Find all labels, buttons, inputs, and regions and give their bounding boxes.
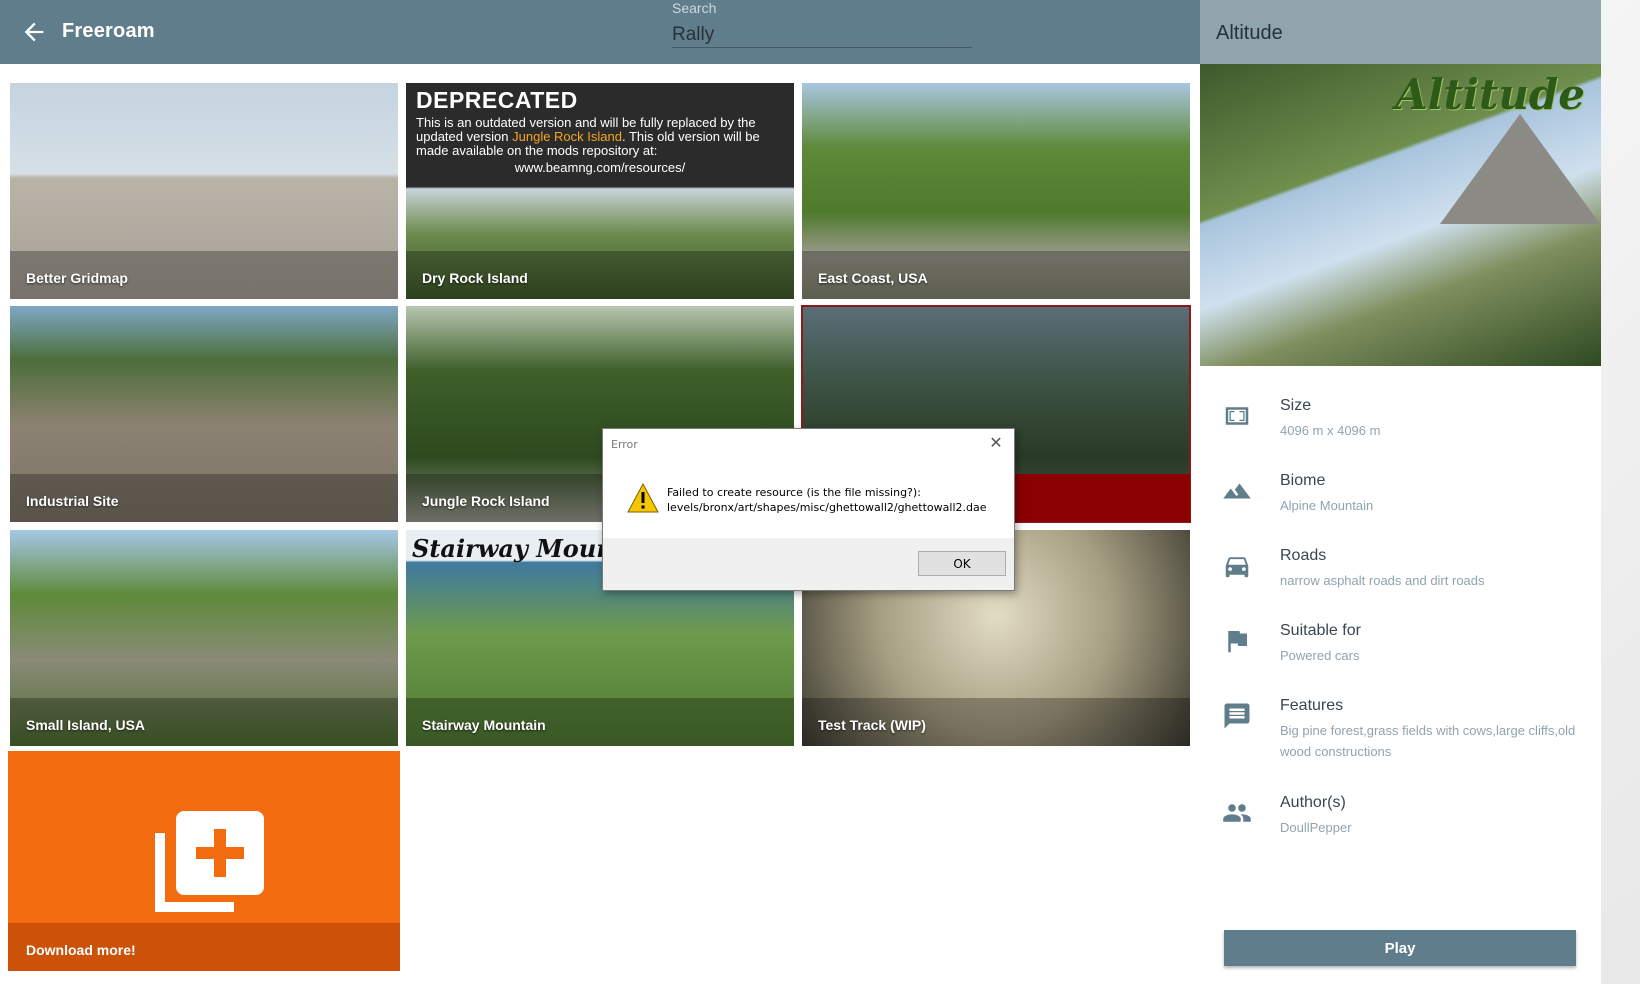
download-label: Download more!: [26, 942, 136, 958]
tile-label: Dry Rock Island: [422, 270, 528, 286]
info-value: Powered cars: [1280, 648, 1360, 663]
arrow-left-icon[interactable]: [20, 18, 48, 46]
map-tile-dry-rock-island[interactable]: DEPRECATED This is an outdated version a…: [406, 83, 794, 299]
info-label: Features: [1280, 697, 1344, 714]
map-preview-image: Altitude: [1200, 64, 1601, 366]
tile-label: Test Track (WIP): [818, 717, 926, 733]
library-add-icon: [155, 811, 264, 912]
deprecated-banner: DEPRECATED This is an outdated version a…: [406, 83, 794, 187]
search-label: Search: [672, 0, 717, 16]
ok-button[interactable]: OK: [918, 551, 1006, 576]
dialog-message-line1: Failed to create resource (is the file m…: [667, 486, 921, 499]
tile-label: Better Gridmap: [26, 270, 128, 286]
info-value: DoullPepper: [1280, 820, 1352, 835]
download-more-tile[interactable]: Download more!: [8, 751, 400, 971]
dialog-title: Error: [611, 438, 638, 451]
tile-label: East Coast, USA: [818, 270, 928, 286]
map-tile-better-gridmap[interactable]: Better Gridmap: [10, 83, 398, 299]
tile-label: Jungle Rock Island: [422, 493, 550, 509]
car-icon: [1225, 557, 1249, 578]
details-title: Altitude: [1216, 22, 1283, 44]
dialog-body: Failed to create resource (is the file m…: [603, 461, 1014, 539]
dialog-footer: OK: [603, 538, 1014, 590]
info-value: 4096 m x 4096 m: [1280, 423, 1381, 438]
page-title: Freeroam: [62, 20, 155, 42]
top-bar: Freeroam Search: [0, 0, 1200, 64]
terrain-icon: [1223, 483, 1251, 499]
search-field: Search: [672, 0, 972, 50]
map-tile-east-coast-usa[interactable]: East Coast, USA: [802, 83, 1190, 299]
play-button[interactable]: Play: [1224, 930, 1576, 966]
flag-icon: [1228, 631, 1247, 653]
map-tile-small-island-usa[interactable]: Small Island, USA: [10, 530, 398, 746]
dialog-message-line2: levels/bronx/art/shapes/misc/ghettowall2…: [667, 501, 987, 514]
background-edge: [1601, 0, 1640, 984]
info-value: narrow asphalt roads and dirt roads: [1280, 573, 1485, 588]
map-tile-industrial-site[interactable]: Industrial Site: [10, 306, 398, 522]
tile-label: Small Island, USA: [26, 717, 146, 733]
info-label: Author(s): [1280, 794, 1346, 811]
info-label: Suitable for: [1280, 622, 1361, 639]
info-label: Biome: [1280, 472, 1326, 489]
info-label: Roads: [1280, 547, 1327, 564]
close-icon[interactable]: ✕: [984, 433, 1008, 453]
preview-logo: Altitude: [1395, 70, 1585, 119]
tile-label: Stairway Mountain: [422, 717, 546, 733]
app-root: Freeroam Search Better Gridmap DEPRECATE…: [0, 0, 1640, 984]
info-value: Big pine forest,grass fields with cows,l…: [1280, 723, 1576, 759]
search-input[interactable]: [672, 22, 972, 48]
deprecated-link: Jungle Rock Island: [512, 129, 622, 144]
info-label: Size: [1280, 397, 1312, 414]
tile-label: Industrial Site: [26, 493, 119, 509]
dialog-message: Failed to create resource (is the file m…: [667, 485, 987, 515]
mountain-peak-shape: [1440, 114, 1600, 224]
warning-icon: [627, 483, 659, 513]
message-icon: [1224, 703, 1250, 729]
deprecated-text: This is an outdated version and will be …: [416, 116, 784, 158]
deprecated-title: DEPRECATED: [416, 87, 578, 113]
details-header: Altitude: [1200, 0, 1601, 64]
info-value: Alpine Mountain: [1280, 498, 1374, 513]
deprecated-url: www.beamng.com/resources/: [514, 160, 686, 175]
size-icon: [1225, 407, 1249, 425]
people-icon: [1223, 804, 1251, 822]
error-dialog: Error ✕ Failed to create resource (is th…: [602, 428, 1015, 591]
map-details-panel: Altitude Altitude Size 4096 m x 4096 m B…: [1200, 0, 1601, 984]
